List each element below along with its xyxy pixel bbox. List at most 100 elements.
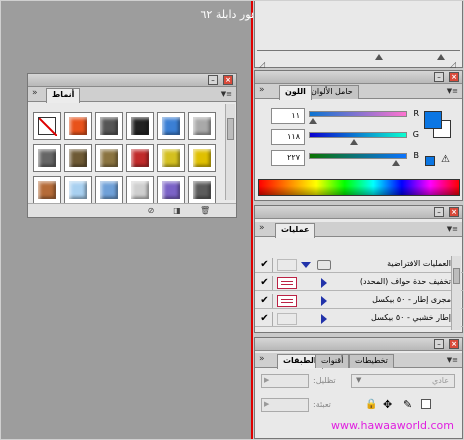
tab-color[interactable]: اللون xyxy=(279,85,312,100)
action-triangle-icon[interactable] xyxy=(321,314,327,324)
color-spectrum[interactable] xyxy=(258,179,460,196)
zoom-in-icon[interactable]: ◿ xyxy=(450,60,456,69)
new-style-icon[interactable]: ◨ xyxy=(172,206,182,215)
scrollbar-thumb[interactable] xyxy=(227,118,234,140)
action-row[interactable]: ✔ العمليات الافتراضية xyxy=(255,257,463,273)
style-swatch[interactable] xyxy=(95,112,123,140)
delete-style-icon[interactable]: 🗑 xyxy=(200,206,210,215)
tab-swatches[interactable]: حامل الألوان xyxy=(305,85,359,99)
close-icon[interactable]: × xyxy=(449,207,459,217)
minimize-icon[interactable]: – xyxy=(434,207,444,217)
close-icon[interactable]: × xyxy=(449,339,459,349)
channel-slider[interactable] xyxy=(309,153,407,159)
style-swatch[interactable] xyxy=(95,144,123,172)
style-swatch[interactable] xyxy=(126,176,154,204)
action-row[interactable]: ✔ مجرى إطار - ٥٠ بيكسل xyxy=(255,293,463,309)
style-swatch[interactable] xyxy=(126,112,154,140)
actions-tabrow: » عمليات ▼≡ xyxy=(255,222,462,238)
navigator-panel: ◿ ◿ xyxy=(254,0,463,69)
websafe-swatch[interactable] xyxy=(425,156,435,166)
tab-styles[interactable]: أنماط xyxy=(46,88,81,103)
check-icon[interactable]: ✔ xyxy=(257,258,273,272)
expand-icon[interactable] xyxy=(301,262,311,268)
style-swatch[interactable] xyxy=(188,112,216,140)
lock-transparency-icon[interactable] xyxy=(421,399,431,409)
dialog-toggle-icon[interactable] xyxy=(277,295,297,307)
channel-knob[interactable] xyxy=(308,118,317,124)
document-canvas[interactable] xyxy=(0,0,253,440)
actions-scrollbar[interactable] xyxy=(451,256,461,330)
close-icon[interactable]: × xyxy=(449,72,459,82)
collapse-icon[interactable]: » xyxy=(259,354,265,364)
channel-value-input[interactable]: ١١٨ xyxy=(271,129,305,145)
style-swatch[interactable] xyxy=(157,144,185,172)
channel-value-input[interactable]: ٢٢٧ xyxy=(271,150,305,166)
channel-knob[interactable] xyxy=(350,139,359,145)
style-swatch[interactable] xyxy=(64,176,92,204)
layers-titlebar[interactable]: – × xyxy=(255,338,462,351)
channel-label: B xyxy=(413,151,420,160)
opacity-field[interactable]: ▶ xyxy=(261,374,309,388)
style-swatch[interactable] xyxy=(95,176,123,204)
clear-style-icon[interactable]: ⊘ xyxy=(146,206,156,215)
zoom-knob[interactable] xyxy=(375,54,383,60)
tab-paths[interactable]: تخطيطات xyxy=(349,354,394,368)
zoom-out-icon[interactable]: ◿ xyxy=(259,60,265,69)
dialog-toggle-icon[interactable] xyxy=(277,277,297,289)
minimize-icon[interactable]: – xyxy=(208,75,218,85)
blend-mode-select[interactable]: ▼ عادي xyxy=(351,374,455,388)
collapse-icon[interactable]: » xyxy=(259,223,265,233)
style-swatch[interactable] xyxy=(64,144,92,172)
collapse-icon[interactable]: » xyxy=(259,85,265,95)
scrollbar-thumb[interactable] xyxy=(453,268,460,284)
channel-slider[interactable] xyxy=(309,111,407,117)
action-triangle-icon[interactable] xyxy=(321,296,327,306)
minimize-icon[interactable]: – xyxy=(434,72,444,82)
dialog-toggle-empty[interactable] xyxy=(277,313,297,325)
check-icon[interactable]: ✔ xyxy=(257,294,273,308)
minimize-icon[interactable]: – xyxy=(434,339,444,349)
panel-menu-icon[interactable]: ▼≡ xyxy=(221,90,232,98)
panel-dock: ◿ ◿ – × » حامل الألوان اللون ▼≡ ١١ R ١١٨ G ٢… xyxy=(253,0,464,440)
channel-knob[interactable] xyxy=(392,160,401,166)
panel-menu-icon[interactable]: ▼≡ xyxy=(447,87,458,95)
style-swatch[interactable] xyxy=(33,144,61,172)
style-swatch[interactable] xyxy=(157,112,185,140)
dialog-toggle-empty[interactable] xyxy=(277,259,297,271)
action-row[interactable]: ✔ إطار خشبي - ٥٠ بيكسل xyxy=(255,311,463,327)
tab-actions[interactable]: عمليات xyxy=(275,223,316,238)
lock-position-icon[interactable]: ✥ xyxy=(383,398,392,411)
style-swatch[interactable] xyxy=(33,176,61,204)
style-swatch[interactable] xyxy=(126,144,154,172)
color-panel: – × » حامل الألوان اللون ▼≡ ١١ R ١١٨ G ٢٢٧ B … xyxy=(254,70,463,201)
channel-value-input[interactable]: ١١ xyxy=(271,108,305,124)
lock-all-icon[interactable]: 🔒 xyxy=(365,399,377,410)
fill-field[interactable]: ▶ xyxy=(261,398,309,412)
style-swatch[interactable] xyxy=(188,176,216,204)
actions-titlebar[interactable]: – × xyxy=(255,206,462,219)
action-row[interactable]: ✔ تخفيف حدة حواف (المحدد) xyxy=(255,275,463,291)
layers-tabrow: » الطبقات أقنوات تخطيطات ▼≡ xyxy=(255,353,462,369)
action-label: مجرى إطار - ٥٠ بيكسل xyxy=(372,295,451,304)
styles-scrollbar[interactable] xyxy=(225,104,235,200)
color-titlebar[interactable]: – × xyxy=(255,71,462,84)
style-swatch[interactable] xyxy=(188,144,216,172)
gamut-warning-icon[interactable]: ⚠ xyxy=(441,154,450,165)
style-swatch[interactable] xyxy=(64,112,92,140)
collapse-icon[interactable]: » xyxy=(32,88,38,98)
channel-slider[interactable] xyxy=(309,132,407,138)
zoom-track[interactable] xyxy=(257,50,460,51)
close-icon[interactable]: × xyxy=(223,75,233,85)
lock-pixels-icon[interactable]: ✎ xyxy=(403,398,412,411)
panel-menu-icon[interactable]: ▼≡ xyxy=(447,225,458,233)
style-swatch[interactable] xyxy=(157,176,185,204)
panel-menu-icon[interactable]: ▼≡ xyxy=(447,356,458,364)
zoom-max-knob[interactable] xyxy=(437,54,445,60)
style-swatch[interactable] xyxy=(33,112,61,140)
action-triangle-icon[interactable] xyxy=(321,278,327,288)
tab-channels[interactable]: أقنوات xyxy=(315,354,350,368)
check-icon[interactable]: ✔ xyxy=(257,276,273,290)
foreground-color-swatch[interactable] xyxy=(424,111,442,129)
styles-titlebar[interactable]: – × xyxy=(28,74,236,87)
check-icon[interactable]: ✔ xyxy=(257,312,273,326)
